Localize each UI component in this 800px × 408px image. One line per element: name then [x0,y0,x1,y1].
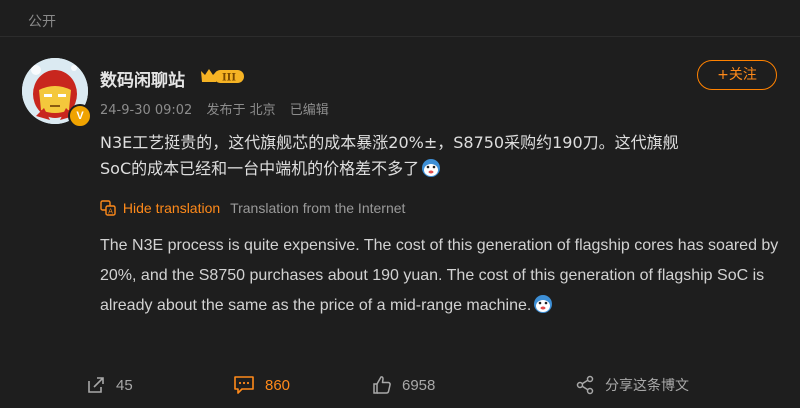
visibility-label: 公开 [28,14,56,30]
translation-source-label: Translation from the Internet [230,200,406,216]
doge-emoji-icon [422,159,441,177]
post-text-line-1: N3E工艺挺贵的，这代旗舰芯的成本暴涨20%±，S8750采购约190刀。这代旗… [100,133,679,152]
doge-emoji-icon [534,295,553,313]
forward-icon [88,377,104,393]
comment-icon [234,376,254,394]
post-timestamp[interactable]: 24-9-30 09:02 [100,103,192,118]
post-actions-bar: 45 860 6958 分享这条博文 [0,360,800,408]
follow-button[interactable]: +关注 [697,60,777,90]
post-location: 发布于 北京 [206,103,276,118]
verified-badge: V [68,104,92,128]
post-meta: 24-9-30 09:02 发布于 北京 已编辑 [100,99,339,118]
like-button[interactable]: 6958 [372,374,435,396]
translate-icon: A [100,200,116,216]
comment-count: 860 [265,376,291,394]
forward-button[interactable]: 45 [86,374,133,396]
translated-text: The N3E process is quite expensive. The … [100,231,780,321]
comment-button[interactable]: 860 [233,374,290,396]
share-label: 分享这条博文 [605,378,689,394]
thumbs-up-icon [373,376,391,394]
svg-text:A: A [108,208,113,216]
share-button[interactable]: 分享这条博文 [575,374,689,396]
forward-count: 45 [116,376,133,394]
author-name[interactable]: 数码闲聊站 [100,66,185,91]
translation-toolbar: A Hide translation Translation from the … [100,200,405,220]
post-text-line-2-text: SoC的成本已经和一台中端机的价格差不多了 [100,159,420,178]
visibility-bar: 公开 [0,0,800,37]
like-count: 6958 [402,376,436,394]
rank-badge-text: III [222,73,236,84]
hide-translation-link[interactable]: Hide translation [123,200,220,216]
post-text-line-2: SoC的成本已经和一台中端机的价格差不多了 [100,156,780,182]
edited-label[interactable]: 已编辑 [290,103,329,118]
share-icon [576,375,594,395]
rank-crown-badge-icon: III [201,69,244,84]
translated-text-content: The N3E process is quite expensive. The … [100,237,779,314]
post-text: N3E工艺挺贵的，这代旗舰芯的成本暴涨20%±，S8750采购约190刀。这代旗… [100,130,780,182]
